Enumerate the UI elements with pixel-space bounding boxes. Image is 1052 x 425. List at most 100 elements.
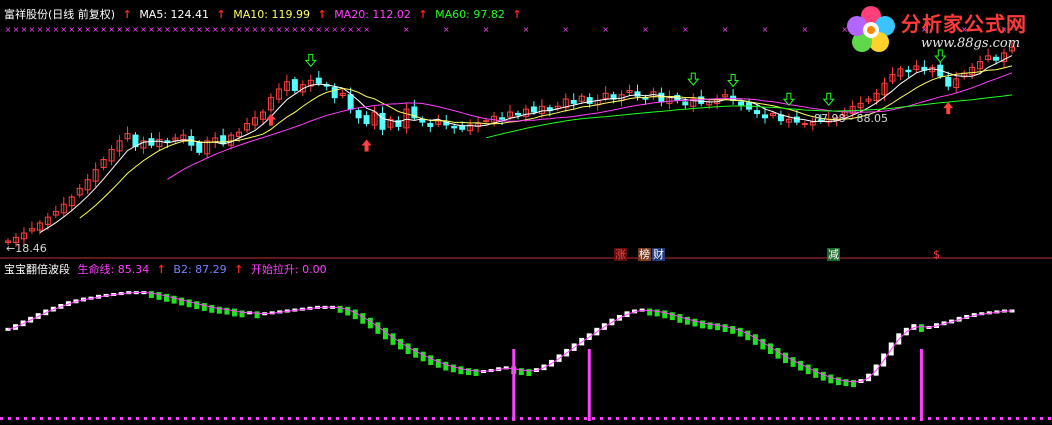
candle-body	[945, 76, 952, 87]
signal-cross-marker: ×	[268, 25, 275, 34]
baseline-dot	[872, 417, 875, 420]
signal-cross-marker: ×	[52, 25, 59, 34]
baseline-dot	[384, 417, 387, 420]
ma60-readout: MA60: 97.82	[435, 8, 505, 21]
ma5-readout: MA5: 124.41	[139, 8, 210, 21]
indicator-bar	[405, 343, 411, 354]
baseline-dot	[720, 417, 723, 420]
event-tag-finance[interactable]: 财	[652, 248, 665, 261]
event-tag-dividend[interactable]: $	[932, 248, 941, 261]
signal-cross-marker: ×	[148, 25, 155, 34]
candle-body	[451, 125, 458, 129]
stock-title[interactable]: 富祥股份(日线 前复权)	[4, 8, 115, 21]
indicator-bar	[918, 324, 924, 332]
candle-body	[363, 115, 370, 125]
signal-cross-marker: ×	[196, 25, 203, 34]
ma20-readout: MA20: 112.02	[334, 8, 411, 21]
indicator-bar	[783, 352, 789, 364]
signal-cross-marker: ×	[292, 25, 299, 34]
up-arrow-icon: ↑	[234, 263, 244, 276]
signal-cross-marker: ×	[164, 25, 171, 34]
event-tag-rank[interactable]: 榜	[638, 248, 651, 261]
baseline-dot	[344, 417, 347, 420]
candle-body	[291, 79, 298, 91]
baseline-dot	[648, 417, 651, 420]
flower-logo-icon	[847, 6, 895, 52]
baseline-dot	[376, 417, 379, 420]
baseline-dot	[208, 417, 211, 420]
indicator-bar	[820, 371, 826, 381]
ma5-line	[39, 55, 1013, 234]
buy-arrow-icon	[943, 102, 954, 115]
baseline-dot	[704, 417, 707, 420]
baseline-dot	[424, 417, 427, 420]
baseline-dot	[368, 417, 371, 420]
indicator-bar	[254, 311, 260, 319]
signal-cross-marker: ×	[722, 25, 729, 34]
signal-cross-marker: ×	[108, 25, 115, 34]
baseline-dot	[736, 417, 739, 420]
indicator-bar	[337, 305, 343, 313]
baseline-dot	[1024, 417, 1027, 420]
baseline-dot	[496, 417, 499, 420]
signal-cross-marker: ×	[76, 25, 83, 34]
signal-cross-marker: ×	[84, 25, 91, 34]
signal-cross-marker: ×	[228, 25, 235, 34]
baseline-dot	[912, 417, 915, 420]
signal-cross-marker: ×	[92, 25, 99, 34]
signal-cross-marker: ×	[276, 25, 283, 34]
chart-canvas[interactable]: × × × × × × × × × × × × × × × × × × × × × × × × × × × × × × × × × × × × × × × ×…	[0, 0, 1052, 421]
baseline-dot	[520, 417, 523, 420]
baseline-dot	[464, 417, 467, 420]
signal-cross-marker: ×	[60, 25, 67, 34]
signal-cross-marker: ×	[236, 25, 243, 34]
candle-body	[658, 92, 665, 103]
indicator-bar	[428, 355, 434, 365]
logo-title: 分析家公式网	[901, 12, 1027, 36]
baseline-dot	[824, 417, 827, 420]
baseline-dot	[856, 417, 859, 420]
baseline-dot	[240, 417, 243, 420]
signal-cross-marker: ×	[124, 25, 131, 34]
baseline-dot	[440, 417, 443, 420]
indicator-bar	[684, 316, 690, 325]
signal-cross-marker: ×	[21, 25, 28, 34]
baseline-dot	[408, 417, 411, 420]
indicator-title[interactable]: 宝宝翻倍波段	[4, 263, 70, 276]
indicator-bar	[345, 306, 351, 316]
signal-cross-marker: ×	[156, 25, 163, 34]
indicator-bar	[805, 364, 811, 375]
signal-cross-marker: ×	[252, 25, 259, 34]
signal-cross-marker: ×	[483, 25, 490, 34]
baseline-dot	[976, 417, 979, 420]
baseline-dot	[56, 417, 59, 420]
baseline-dot	[360, 417, 363, 420]
indicator-bar	[715, 323, 721, 331]
baseline-dot	[592, 417, 595, 420]
event-tag-reduce[interactable]: 减	[827, 248, 840, 261]
baseline-dot	[504, 417, 507, 420]
baseline-dot	[416, 417, 419, 420]
site-logo: 分析家公式网 www.88gs.com	[843, 2, 1048, 58]
indicator-bar	[707, 322, 713, 330]
signal-cross-marker: ×	[204, 25, 211, 34]
indicator-bar	[835, 377, 841, 386]
baseline-dot	[80, 417, 83, 420]
baseline-dot	[456, 417, 459, 420]
signal-cross-marker: ×	[642, 25, 649, 34]
signal-cross-marker: ×	[180, 25, 187, 34]
event-tag-limit-up[interactable]: 涨	[614, 248, 627, 261]
baseline-dot	[760, 417, 763, 420]
signal-cross-marker: ×	[762, 25, 769, 34]
indicator-bar	[473, 369, 479, 376]
baseline-dot	[24, 417, 27, 420]
signal-cross-marker: ×	[355, 25, 362, 34]
baseline-dot	[600, 417, 603, 420]
baseline-dot	[96, 417, 99, 420]
baseline-dot	[816, 417, 819, 420]
baseline-dot	[656, 417, 659, 420]
baseline-dot	[200, 417, 203, 420]
baseline-dot	[992, 417, 995, 420]
up-arrow-icon: ↑	[418, 8, 428, 21]
indicator-bar	[209, 304, 215, 313]
